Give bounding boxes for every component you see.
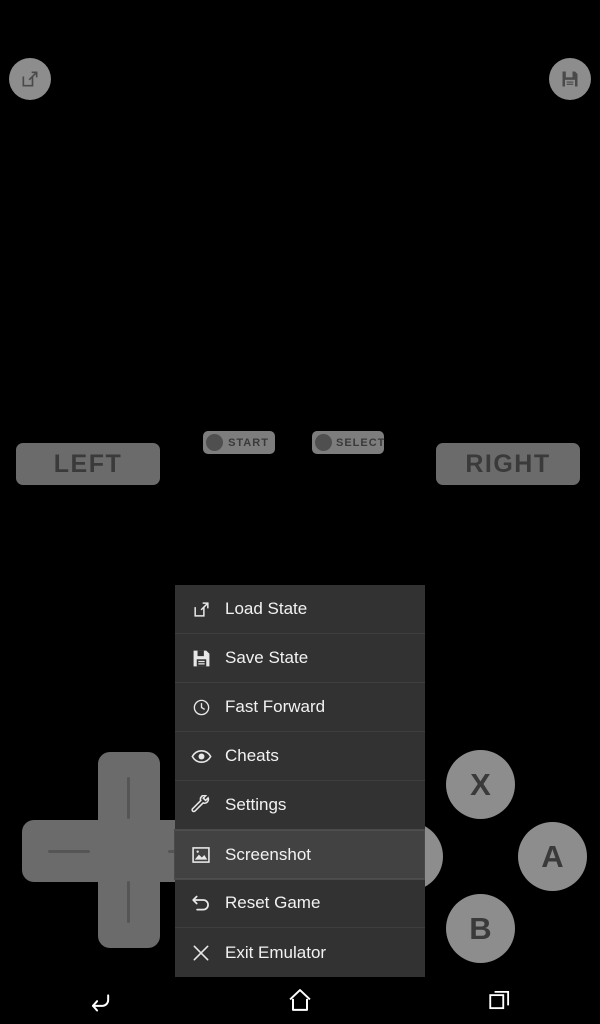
start-button[interactable]: START — [203, 431, 275, 454]
x-button[interactable]: X — [446, 750, 515, 819]
nav-recent-apps-button[interactable] — [468, 975, 532, 1024]
image-icon — [190, 844, 212, 866]
menu-item-label: Settings — [225, 795, 287, 814]
start-button-label: START — [228, 436, 269, 449]
emulator-screen: LEFT RIGHT START SELECT Y X A B — [0, 0, 600, 977]
nav-back-button[interactable] — [68, 975, 132, 1024]
save-state-icon — [190, 647, 212, 669]
menu-item-reset-game[interactable]: Reset Game — [175, 879, 425, 928]
menu-item-exit-emulator[interactable]: Exit Emulator — [175, 928, 425, 977]
left-shoulder-button[interactable]: LEFT — [16, 443, 160, 485]
menu-item-label: Screenshot — [225, 844, 311, 864]
menu-item-settings[interactable]: Settings — [175, 781, 425, 830]
start-button-knob-icon — [206, 434, 223, 451]
menu-item-screenshot[interactable]: Screenshot — [175, 830, 424, 879]
left-shoulder-label: LEFT — [53, 449, 123, 478]
menu-item-label: Save State — [225, 648, 309, 667]
wrench-icon — [190, 794, 212, 816]
d-pad-up-icon — [127, 777, 130, 819]
eye-icon — [190, 745, 212, 767]
menu-item-label: Reset Game — [225, 893, 321, 912]
b-button-label: B — [469, 910, 492, 946]
menu-item-label: Fast Forward — [225, 697, 326, 716]
b-button[interactable]: B — [446, 894, 515, 963]
load-state-icon — [190, 598, 212, 620]
menu-item-label: Exit Emulator — [225, 942, 327, 962]
menu-item-label: Load State — [225, 599, 308, 618]
load-state-quick-button[interactable] — [9, 58, 51, 100]
menu-item-label: Cheats — [225, 746, 279, 765]
save-state-quick-button[interactable] — [549, 58, 591, 100]
menu-item-fast-forward[interactable]: Fast Forward — [175, 683, 425, 732]
undo-icon — [190, 892, 212, 914]
right-shoulder-label: RIGHT — [465, 449, 551, 478]
home-icon — [286, 986, 314, 1014]
d-pad-down-icon — [127, 881, 130, 923]
menu-item-cheats[interactable]: Cheats — [175, 732, 425, 781]
android-navigation-bar — [0, 975, 600, 1024]
d-pad-left-icon — [48, 850, 90, 853]
select-button-knob-icon — [315, 434, 332, 451]
menu-item-load-state[interactable]: Load State — [175, 585, 425, 634]
recent-apps-icon — [487, 987, 513, 1013]
clock-icon — [190, 696, 212, 718]
close-x-icon — [190, 942, 212, 964]
nav-home-button[interactable] — [268, 975, 332, 1024]
load-state-icon — [20, 69, 40, 89]
right-shoulder-button[interactable]: RIGHT — [436, 443, 580, 485]
select-button-label: SELECT — [336, 436, 386, 449]
emulator-menu: Load State Save State Fast Forward Cheat… — [175, 585, 425, 977]
a-button-label: A — [541, 838, 564, 874]
back-arrow-icon — [86, 986, 114, 1014]
save-state-icon — [560, 69, 580, 89]
select-button[interactable]: SELECT — [312, 431, 384, 454]
menu-item-save-state[interactable]: Save State — [175, 634, 425, 683]
x-button-label: X — [470, 766, 491, 802]
a-button[interactable]: A — [518, 822, 587, 891]
